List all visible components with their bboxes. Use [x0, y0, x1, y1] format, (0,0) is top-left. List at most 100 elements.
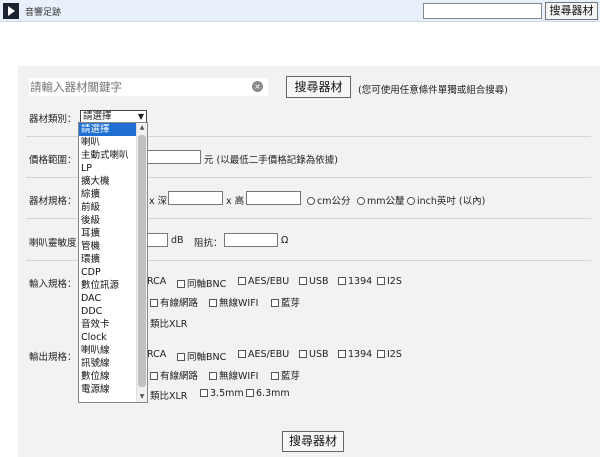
category-option[interactable]: 耳擴: [79, 227, 137, 240]
category-option[interactable]: 請選擇: [79, 123, 137, 136]
input-i2s-checkbox[interactable]: I2S: [377, 276, 402, 287]
category-option[interactable]: 環擴: [79, 253, 137, 266]
category-option[interactable]: CDP: [79, 266, 137, 279]
depth-input[interactable]: [168, 191, 223, 205]
play-logo-icon[interactable]: [3, 3, 19, 19]
category-option[interactable]: 前級: [79, 201, 137, 214]
search-equipment-bottom-button[interactable]: 搜尋器材: [282, 431, 344, 452]
output-usb-checkbox[interactable]: USB: [299, 349, 329, 360]
radio-icon: [307, 197, 315, 205]
checkbox-icon: [271, 299, 279, 307]
times-height-label: x 高: [226, 196, 245, 207]
input-usb-checkbox[interactable]: USB: [299, 276, 329, 287]
input-aes-checkbox[interactable]: AES/EBU: [238, 276, 289, 287]
category-option[interactable]: 數位線: [79, 370, 137, 383]
output-bluetooth-checkbox[interactable]: 藍芽: [271, 368, 300, 382]
category-option[interactable]: DDC: [79, 305, 137, 318]
category-option[interactable]: 訊號線: [79, 357, 137, 370]
size-spec-label: 器材規格：: [29, 196, 77, 207]
output-rca-checkbox[interactable]: RCA: [147, 349, 166, 360]
output-1394-checkbox[interactable]: 1394: [338, 349, 372, 360]
category-option[interactable]: 音效卡: [79, 318, 137, 331]
category-option[interactable]: LP: [79, 162, 137, 175]
site-title[interactable]: 音響足跡: [25, 5, 61, 18]
output-aes-checkbox[interactable]: AES/EBU: [238, 349, 289, 360]
unit-inch-radio[interactable]: inch英吋 (以內): [407, 193, 485, 207]
checkbox-icon: [238, 277, 246, 285]
input-lan-checkbox[interactable]: 有線網路: [150, 295, 198, 309]
output-35mm-checkbox[interactable]: 3.5mm: [200, 388, 244, 399]
scroll-down-icon[interactable]: ▼: [137, 392, 147, 402]
clear-icon[interactable]: ×: [252, 81, 263, 92]
category-option[interactable]: 數位訊源: [79, 279, 137, 292]
category-option[interactable]: DAC: [79, 292, 137, 305]
output-63mm-checkbox[interactable]: 6.3mm: [246, 388, 290, 399]
checkbox-icon: [177, 353, 185, 361]
category-option[interactable]: 電源線: [79, 383, 137, 396]
output-wifi-checkbox[interactable]: 無線WIFI: [209, 368, 258, 382]
checkbox-icon: [377, 277, 385, 285]
checkbox-icon: [246, 389, 254, 397]
checkbox-icon: [209, 299, 217, 307]
scroll-up-icon[interactable]: ▲: [137, 123, 147, 133]
output-bnc-checkbox[interactable]: 同軸BNC: [177, 349, 226, 363]
scroll-thumb[interactable]: [138, 135, 146, 387]
output-spec-label: 輸出規格：: [29, 352, 77, 363]
category-option[interactable]: 喇叭: [79, 136, 137, 149]
category-dropdown-list[interactable]: 請選擇 喇叭 主動式喇叭 LP 擴大機 綜擴 前級 後級 耳擴 管機 環擴 CDP 數位訊源 DAC DDC…: [78, 122, 148, 403]
scrollbar[interactable]: ▲ ▼: [136, 123, 147, 402]
top-bar: 音響足跡 搜尋器材: [0, 0, 600, 22]
input-wifi-checkbox[interactable]: 無線WIFI: [209, 295, 258, 309]
price-max-input[interactable]: [146, 150, 201, 164]
checkbox-icon: [299, 350, 307, 358]
price-unit-note: 元 (以最低二手價格記錄為依據): [204, 155, 338, 166]
checkbox-icon: [150, 372, 158, 380]
input-rca-checkbox[interactable]: RCA: [147, 276, 166, 287]
times-depth-label: x 深: [149, 196, 168, 207]
input-xlr-checkbox[interactable]: 類比XLR: [150, 316, 187, 330]
checkbox-icon: [150, 299, 158, 307]
checkbox-icon: [299, 277, 307, 285]
category-selected-value: 請選擇: [83, 111, 112, 122]
checkbox-icon: [338, 277, 346, 285]
category-label: 器材類別：: [29, 114, 77, 125]
input-spec-label: 輸入規格：: [29, 279, 77, 290]
checkbox-icon: [200, 389, 208, 397]
impedance-input[interactable]: [224, 233, 278, 247]
sensitivity-input[interactable]: [146, 233, 168, 247]
top-search-button[interactable]: 搜尋器材: [545, 2, 598, 20]
radio-icon: [407, 197, 415, 205]
chevron-down-icon: ▼: [137, 112, 144, 121]
radio-icon: [357, 197, 365, 205]
category-option[interactable]: Clock: [79, 331, 137, 344]
unit-mm-radio[interactable]: mm公釐: [357, 193, 405, 207]
db-unit: dB: [171, 235, 184, 246]
unit-cm-radio[interactable]: cm公分: [307, 193, 350, 207]
impedance-label: 阻抗：: [194, 238, 223, 249]
output-i2s-checkbox[interactable]: I2S: [377, 349, 402, 360]
price-range-label: 價格範圍：: [29, 155, 77, 166]
sensitivity-label: 喇叭靈敏度: [29, 238, 77, 249]
height-input[interactable]: [246, 191, 301, 205]
category-option[interactable]: 綜擴: [79, 188, 137, 201]
category-option[interactable]: 喇叭線: [79, 344, 137, 357]
output-lan-checkbox[interactable]: 有線網路: [150, 368, 198, 382]
keyword-search-input[interactable]: [29, 78, 268, 96]
search-hint: (您可使用任意條件單獨或組合搜尋): [358, 85, 508, 96]
checkbox-icon: [177, 280, 185, 288]
checkbox-icon: [238, 350, 246, 358]
category-option[interactable]: 管機: [79, 240, 137, 253]
input-bnc-checkbox[interactable]: 同軸BNC: [177, 276, 226, 290]
category-option[interactable]: 擴大機: [79, 175, 137, 188]
output-xlr-checkbox[interactable]: 類比XLR: [150, 388, 187, 402]
checkbox-icon: [209, 372, 217, 380]
input-1394-checkbox[interactable]: 1394: [338, 276, 372, 287]
input-bluetooth-checkbox[interactable]: 藍芽: [271, 295, 300, 309]
category-option[interactable]: 主動式喇叭: [79, 149, 137, 162]
ohm-unit: Ω: [281, 235, 289, 246]
search-equipment-button[interactable]: 搜尋器材: [286, 76, 351, 98]
category-option[interactable]: 後級: [79, 214, 137, 227]
checkbox-icon: [271, 372, 279, 380]
top-search-input[interactable]: [423, 3, 542, 19]
checkbox-icon: [338, 350, 346, 358]
